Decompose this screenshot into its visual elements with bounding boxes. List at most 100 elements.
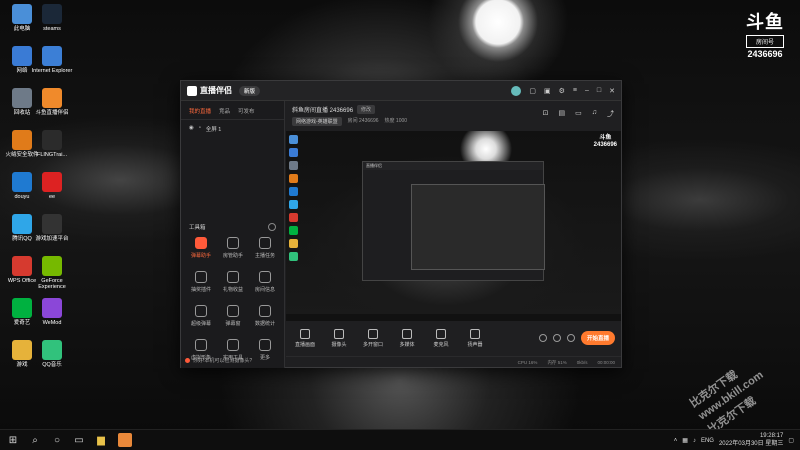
settings-icon[interactable]: ⚙	[559, 87, 565, 95]
screen-icon[interactable]: ▭	[575, 109, 582, 119]
tool-icon	[227, 305, 239, 317]
tool-item[interactable]: 更多	[249, 339, 281, 361]
room-category[interactable]: 网络游戏-英雄联盟	[292, 117, 342, 126]
tray-up-icon[interactable]: ˄	[674, 438, 678, 444]
microphone-control[interactable]: 麦克风	[428, 328, 454, 348]
douyu-room-number: 2436696	[747, 49, 783, 59]
desktop-icon-label: 游戏加速平台	[35, 236, 69, 242]
desktop-icon[interactable]: Internet Explorer	[30, 46, 74, 74]
tool-item[interactable]: 数据统计	[249, 305, 281, 327]
room-id: 房间 2436696	[347, 118, 379, 124]
stream-settings-icon[interactable]	[566, 334, 575, 342]
tool-item[interactable]: 弹幕助手	[185, 237, 217, 259]
file-explorer-icon[interactable]: ▆	[92, 431, 110, 449]
preview-tag-mark: 斗鱼	[599, 135, 612, 141]
tool-icon	[259, 271, 271, 283]
tool-icon	[195, 237, 207, 249]
maximize-icon[interactable]: □	[597, 87, 601, 94]
desktop-icon-label: 斗鱼直播伴侣	[35, 110, 69, 116]
tool-item[interactable]: 房间信息	[249, 271, 281, 293]
tab-competitors[interactable]: 竞品	[219, 107, 230, 115]
search-icon[interactable]: ⌕	[26, 431, 44, 449]
desktop-icon[interactable]: 斗鱼直播伴侣	[30, 88, 74, 116]
scene-name: 全屏 1	[205, 127, 222, 133]
record-toggle-icon[interactable]	[538, 334, 547, 342]
source-camera[interactable]: 摄像头	[326, 328, 352, 348]
media-icon	[402, 328, 412, 339]
volume-icon[interactable]: ♪	[693, 438, 696, 444]
tool-item[interactable]: 抽奖插件	[185, 271, 217, 293]
desktop-icon-label: WeMod	[42, 320, 62, 326]
desktop-icon[interactable]: ee	[30, 172, 74, 200]
tool-item[interactable]: 超级弹幕	[185, 305, 217, 327]
source-screen-capture[interactable]: 直播画面	[292, 328, 318, 348]
message-icon[interactable]: ▢	[529, 87, 536, 95]
preview-toggle-icon[interactable]	[552, 334, 561, 342]
bell-icon[interactable]: ♫	[592, 109, 597, 119]
source-multi-window[interactable]: 多开窗口	[360, 328, 386, 348]
tab-my-live[interactable]: 我的直播	[189, 107, 211, 115]
desktop-app-icon	[42, 340, 62, 360]
input-language[interactable]: ENG	[701, 438, 714, 444]
toolbox-grid: 弹幕助手 房管助手 主播任务 抽奖插件 礼物收益 房间信息 超级弹幕 弹幕窗 数据统计 虚拟形象实…	[185, 237, 281, 361]
desktop-icon[interactable]: QQ音乐	[30, 340, 74, 368]
tool-item[interactable]: 礼物收益	[217, 271, 249, 293]
tool-item[interactable]: 房管助手	[217, 237, 249, 259]
desktop-icon[interactable]: steams	[30, 4, 74, 32]
source-label: 多开窗口	[362, 341, 383, 348]
gift-icon[interactable]: ▣	[544, 87, 551, 95]
desktop-icon[interactable]: WeMod	[30, 298, 74, 326]
tool-icon	[259, 339, 271, 351]
window-icon	[368, 328, 378, 339]
app-name: 直播伴侣	[200, 86, 232, 95]
taskbar-clock[interactable]: 19:28:17 2022年03月30日 星期三	[719, 433, 783, 447]
room-header-icons: ⊡ ▤ ▭ ♫ ⤴	[543, 109, 614, 119]
live-companion-window: 直播伴侣 新版 ▢ ▣ ⚙ ≡ – □ ✕ 我的直播 竞品 可发布 ◉ ▫ 全屏…	[180, 80, 622, 368]
speaker-control[interactable]: 扬声器	[462, 328, 488, 348]
desktop-icon[interactable]: FLINGTrai...	[30, 130, 74, 158]
app-logo-icon	[187, 85, 197, 96]
start-live-button[interactable]: 开始直播	[580, 331, 615, 345]
desktop-app-icon	[42, 214, 62, 234]
source-media[interactable]: 多媒体	[394, 328, 420, 348]
live-companion-taskbar-icon[interactable]	[118, 433, 132, 447]
start-icon[interactable]: ⊞	[4, 431, 22, 449]
scene-item[interactable]: ◉ ▫ 全屏 1	[181, 120, 284, 138]
room-header: 斜鱼房间直播 2436696 修改 网络游戏-英雄联盟 房间 2436696 热…	[286, 101, 622, 129]
eye-icon[interactable]: ◉	[189, 125, 194, 133]
tool-item[interactable]: 弹幕窗	[217, 305, 249, 327]
desktop-icon[interactable]: 游戏加速平台	[30, 214, 74, 242]
network-icon[interactable]: ▦	[682, 437, 688, 444]
stream-preview[interactable]: 直播伴侣 斗鱼 2436696	[286, 131, 621, 321]
tool-icon	[259, 305, 271, 317]
lock-icon[interactable]: ▫	[199, 125, 201, 133]
menu-icon[interactable]: ≡	[573, 87, 577, 94]
cortana-icon[interactable]: ○	[48, 431, 66, 449]
desktop-app-icon	[42, 88, 62, 108]
desktop-icon[interactable]: GeForce Experience	[30, 256, 74, 291]
tip-text[interactable]: 你好!本机可以检测摄像头?	[193, 357, 252, 364]
layout-icon[interactable]: ⊡	[543, 109, 549, 119]
share-icon[interactable]: ⤴	[607, 109, 614, 119]
close-icon[interactable]: ✕	[609, 87, 615, 95]
minimize-icon[interactable]: –	[585, 87, 589, 94]
edit-title-button[interactable]: 修改	[357, 105, 376, 114]
room-hot: 热度 1000	[384, 118, 408, 124]
bitrate: 0kb/s	[576, 360, 588, 365]
app-logo: 直播伴侣 新版	[187, 85, 261, 96]
tool-label: 礼物收益	[222, 287, 243, 293]
record-icon[interactable]: ▤	[559, 109, 566, 119]
desktop-icons: 此电脑 steams 网络 Internet Explorer 回收站 斗鱼直播伴侣 火绒安…	[0, 0, 100, 425]
cpu-usage: CPU 16%	[517, 360, 538, 365]
notification-icon[interactable]: ▢	[788, 437, 794, 444]
source-label: 扬声器	[467, 341, 483, 348]
tool-label: 抽奖插件	[190, 287, 211, 293]
taskbar: ⊞ ⌕ ○ ▭ ▆ ˄ ▦ ♪ ENG 19:28:17 2022年03月30日…	[0, 429, 800, 450]
version-badge[interactable]: 新版	[239, 85, 261, 96]
add-tool-icon[interactable]	[268, 223, 276, 231]
tool-item[interactable]: 主播任务	[249, 237, 281, 259]
task-view-icon[interactable]: ▭	[70, 431, 88, 449]
avatar[interactable]	[511, 85, 522, 96]
camera-icon	[334, 328, 344, 339]
tab-publishable[interactable]: 可发布	[238, 107, 255, 115]
